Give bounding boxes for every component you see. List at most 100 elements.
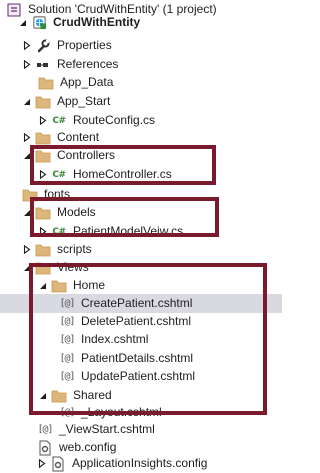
tree-item-label: App_Start	[57, 94, 111, 108]
tree-item-label: References	[57, 57, 119, 71]
tree-row-appinsights[interactable]: ApplicationInsights.config	[0, 454, 282, 473]
tree-item-app-data[interactable]: App_Data	[38, 73, 113, 92]
expand-arrow-icon[interactable]	[22, 240, 32, 259]
tree-item-homecontroller[interactable]: C# HomeController.cs	[38, 165, 172, 184]
tree-item-label: Index.cshtml	[81, 332, 149, 346]
tree-row-app-start[interactable]: App_Start	[0, 92, 282, 111]
tree-row-index[interactable]: [@] Index.cshtml	[0, 330, 282, 349]
folder-icon	[35, 260, 51, 276]
tree-item-appinsights[interactable]: ApplicationInsights.config	[37, 454, 207, 473]
folder-icon	[35, 205, 51, 221]
tree-item-models[interactable]: Models	[22, 203, 96, 222]
tree-item-label: _ViewStart.cshtml	[59, 422, 155, 436]
tree-row-controllers[interactable]: Controllers	[0, 146, 282, 165]
tree-row-patientmodelveiw[interactable]: C# PatientModelVeiw.cs	[0, 222, 282, 241]
razor-file-icon: [@]	[59, 353, 75, 364]
tree-item-patientdetails[interactable]: [@] PatientDetails.cshtml	[59, 349, 193, 368]
tree-item-label: Controllers	[57, 148, 116, 162]
tree-item-label: UpdatePatient.cshtml	[81, 369, 196, 383]
csharp-file-icon: C#	[52, 169, 66, 180]
razor-file-icon: [@]	[59, 316, 75, 327]
tree-item-app-start[interactable]: App_Start	[22, 92, 110, 111]
collapse-arrow-icon[interactable]	[22, 258, 32, 277]
razor-file-icon: [@]	[37, 424, 53, 435]
tree-row-app-data[interactable]: App_Data	[0, 73, 282, 92]
tree-item-references[interactable]: References	[22, 55, 118, 74]
folder-icon	[35, 94, 51, 110]
tree-row-updatepatient[interactable]: [@] UpdatePatient.cshtml	[0, 367, 282, 386]
config-file-icon	[50, 456, 66, 472]
tree-item-label: scripts	[57, 242, 92, 256]
tree-item-label: fonts	[44, 187, 71, 201]
folder-icon	[35, 148, 51, 164]
csharp-file-icon: C#	[52, 115, 66, 126]
tree-item-content[interactable]: Content	[22, 128, 99, 147]
tree-item-fonts[interactable]: fonts	[22, 185, 70, 204]
expand-arrow-icon[interactable]	[22, 55, 32, 74]
tree-item-label: CreatePatient.cshtml	[81, 296, 193, 310]
expand-arrow-icon[interactable]	[37, 454, 47, 473]
tree-row-homecontroller[interactable]: C# HomeController.cs	[0, 165, 282, 184]
folder-icon	[35, 130, 51, 146]
folder-icon	[38, 75, 54, 91]
razor-file-icon: [@]	[59, 334, 75, 345]
tree-item-label: DeletePatient.cshtml	[81, 314, 192, 328]
tree-item-deletepatient[interactable]: [@] DeletePatient.cshtml	[59, 312, 191, 331]
tree-item-label: PatientModelVeiw.cs	[73, 224, 184, 238]
folder-icon	[51, 388, 67, 404]
tree-row-viewstart[interactable]: [@] _ViewStart.cshtml	[0, 420, 282, 439]
tree-item-views[interactable]: Views	[22, 258, 89, 277]
tree-item-project[interactable]: CrudWithEntity	[18, 13, 140, 32]
tree-row-fonts[interactable]: fonts	[0, 185, 282, 204]
tree-item-label: CrudWithEntity	[53, 15, 141, 29]
wrench-icon	[35, 38, 51, 54]
tree-item-createpatient[interactable]: [@] CreatePatient.cshtml	[59, 294, 192, 313]
tree-item-label: HomeController.cs	[73, 167, 172, 181]
tree-item-home[interactable]: Home	[38, 276, 105, 295]
tree-item-controllers[interactable]: Controllers	[22, 146, 115, 165]
tree-item-index[interactable]: [@] Index.cshtml	[59, 330, 148, 349]
folder-icon	[22, 187, 38, 203]
folder-icon	[35, 242, 51, 258]
tree-item-label: ApplicationInsights.config	[72, 456, 208, 470]
tree-item-label: Models	[57, 205, 96, 219]
tree-row-references[interactable]: References	[0, 55, 282, 74]
collapse-arrow-icon[interactable]	[38, 276, 48, 295]
tree-row-properties[interactable]: Properties	[0, 36, 282, 55]
razor-file-icon: [@]	[59, 298, 75, 309]
collapse-arrow-icon[interactable]	[22, 203, 32, 222]
collapse-arrow-icon[interactable]	[22, 146, 32, 165]
tree-row-deletepatient[interactable]: [@] DeletePatient.cshtml	[0, 312, 282, 331]
tree-row-scripts[interactable]: scripts	[0, 240, 282, 259]
expand-arrow-icon[interactable]	[38, 165, 48, 184]
expand-arrow-icon[interactable]	[22, 36, 32, 55]
tree-row-views[interactable]: Views	[0, 258, 282, 277]
tree-row-home[interactable]: Home	[0, 276, 282, 295]
razor-file-icon: [@]	[59, 407, 75, 418]
tree-item-label: Home	[73, 278, 106, 292]
csharp-file-icon: C#	[52, 226, 66, 237]
tree-row-content[interactable]: Content	[0, 128, 282, 147]
tree-item-label: Properties	[57, 38, 112, 52]
collapse-arrow-icon[interactable]	[22, 92, 32, 111]
references-icon	[35, 57, 51, 73]
expand-arrow-icon[interactable]	[22, 128, 32, 147]
collapse-arrow-icon[interactable]	[18, 13, 28, 32]
tree-item-patientmodelveiw[interactable]: C# PatientModelVeiw.cs	[38, 222, 183, 241]
tree-row-project[interactable]: CrudWithEntity	[0, 13, 282, 32]
tree-item-properties[interactable]: Properties	[22, 36, 112, 55]
tree-row-models[interactable]: Models	[0, 203, 282, 222]
tree-row-patientdetails[interactable]: [@] PatientDetails.cshtml	[0, 349, 282, 368]
tree-row-createpatient[interactable]: [@] CreatePatient.cshtml	[0, 294, 282, 313]
tree-item-viewstart[interactable]: [@] _ViewStart.cshtml	[37, 420, 155, 439]
tree-item-label: Content	[57, 130, 100, 144]
tree-item-scripts[interactable]: scripts	[22, 240, 92, 259]
tree-item-label: Views	[57, 260, 89, 274]
expand-arrow-icon[interactable]	[38, 222, 48, 241]
web-project-icon	[31, 15, 47, 31]
folder-icon	[51, 278, 67, 294]
razor-file-icon: [@]	[59, 371, 75, 382]
tree-item-updatepatient[interactable]: [@] UpdatePatient.cshtml	[59, 367, 195, 386]
tree-item-label: PatientDetails.cshtml	[81, 351, 194, 365]
tree-item-label: App_Data	[60, 75, 114, 89]
